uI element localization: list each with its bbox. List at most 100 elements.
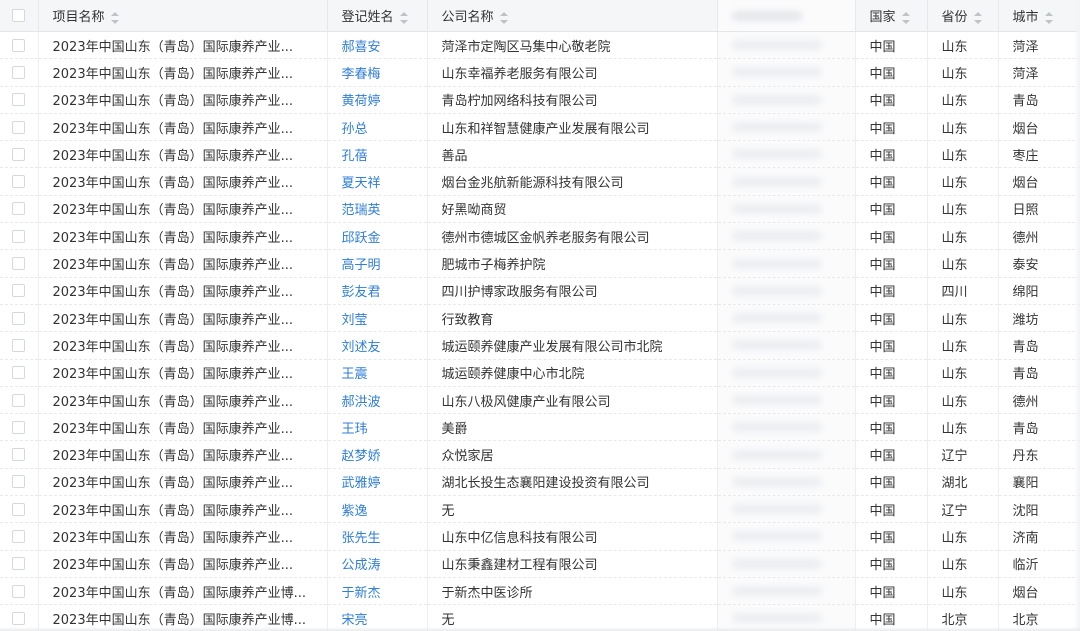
cell-name[interactable]: 赵梦娇 bbox=[327, 440, 428, 469]
cell-company: 众悦家居 bbox=[427, 440, 718, 469]
cell-company: 美爵 bbox=[427, 413, 718, 442]
column-header-province[interactable]: 省份 bbox=[927, 0, 999, 32]
table-row[interactable]: 2023年中国山东（青岛）国际康养产业... 刘述友 城运颐养健康产业发展有限公司市… bbox=[0, 331, 1080, 360]
table-row[interactable]: 2023年中国山东（青岛）国际康养产业... 王玮 美爵 中国 山东 青岛 bbox=[0, 413, 1080, 442]
sort-icon[interactable] bbox=[399, 11, 408, 24]
redacted-placeholder bbox=[731, 94, 822, 105]
table-row[interactable]: 2023年中国山东（青岛）国际康养产业... 紫逸无 中国 辽宁 沈阳 bbox=[0, 495, 1080, 524]
row-checkbox[interactable] bbox=[12, 393, 26, 407]
row-checkbox[interactable] bbox=[12, 38, 26, 52]
cell-name[interactable]: 邱跃金 bbox=[327, 222, 428, 251]
cell-name[interactable]: 高子明 bbox=[327, 249, 428, 278]
cell-name[interactable]: 于新杰 bbox=[327, 577, 428, 606]
cell-name[interactable]: 王震 bbox=[327, 359, 428, 387]
sort-icon[interactable] bbox=[1044, 11, 1053, 24]
column-header-city[interactable]: 城市 bbox=[998, 0, 1080, 32]
cell-redacted bbox=[717, 550, 856, 578]
cell-name[interactable]: 夏天祥 bbox=[327, 167, 428, 196]
table-row[interactable]: 2023年中国山东（青岛）国际康养产业... 邱跃金 德州市德城区金帆养老服务有限公… bbox=[0, 222, 1080, 251]
cell-name[interactable]: 孙总 bbox=[327, 113, 428, 142]
cell-name[interactable]: 王玮 bbox=[327, 413, 428, 442]
table-row[interactable]: 2023年中国山东（青岛）国际康养产业... 夏天祥 烟台金兆航新能源科技有限公司 中… bbox=[0, 167, 1080, 196]
table-row[interactable]: 2023年中国山东（青岛）国际康养产业... 高子明 肥城市子梅养护院 中国 山东 泰安 bbox=[0, 249, 1080, 278]
table-row[interactable]: 2023年中国山东（青岛）国际康养产业... 公成涛 山东秉鑫建材工程有限公司 中国山… bbox=[0, 550, 1080, 578]
row-checkbox[interactable] bbox=[12, 475, 26, 489]
cell-project: 2023年中国山东（青岛）国际康养产业... bbox=[38, 167, 328, 196]
column-header-project[interactable]: 项目名称 bbox=[38, 0, 328, 32]
cell-redacted bbox=[717, 413, 856, 442]
row-checkbox[interactable] bbox=[12, 93, 26, 107]
row-checkbox[interactable] bbox=[12, 584, 26, 598]
table-row[interactable]: 2023年中国山东（青岛）国际康养产业... 范瑞英 好黑呦商贸 中国 山东 日照 bbox=[0, 195, 1080, 224]
row-checkbox[interactable] bbox=[12, 366, 26, 380]
cell-name[interactable]: 范瑞英 bbox=[327, 195, 428, 224]
cell-name[interactable]: 武雅婷 bbox=[327, 468, 428, 497]
sort-icon[interactable] bbox=[499, 11, 508, 24]
row-checkbox[interactable] bbox=[12, 175, 26, 189]
cell-province: 湖北 bbox=[927, 468, 999, 497]
sort-icon[interactable] bbox=[901, 11, 910, 24]
table-row[interactable]: 2023年中国山东（青岛）国际康养产业... 郝洪波 山东八极风健康产业有限公司 中国… bbox=[0, 386, 1080, 415]
cell-country: 中国 bbox=[855, 331, 928, 360]
redacted-placeholder bbox=[731, 613, 822, 624]
cell-name[interactable]: 彭友君 bbox=[327, 277, 428, 305]
row-checkbox[interactable] bbox=[12, 65, 26, 79]
row-checkbox[interactable] bbox=[12, 120, 26, 134]
table-row[interactable]: 2023年中国山东（青岛）国际康养产业... 刘莹 行致教育 中国 山东 潍坊 bbox=[0, 304, 1080, 333]
row-checkbox[interactable] bbox=[12, 557, 26, 571]
row-checkbox[interactable] bbox=[12, 502, 26, 516]
row-checkbox[interactable] bbox=[12, 611, 26, 625]
table-row[interactable]: 2023年中国山东（青岛）国际康养产业... 张先生 山东中亿信息科技有限公司 中国山… bbox=[0, 522, 1080, 551]
cell-company: 行致教育 bbox=[427, 304, 718, 333]
cell-name[interactable]: 刘莹 bbox=[327, 304, 428, 333]
row-select-cell bbox=[0, 577, 39, 606]
cell-company: 善品 bbox=[427, 140, 718, 169]
row-checkbox[interactable] bbox=[12, 257, 26, 271]
row-checkbox[interactable] bbox=[12, 311, 26, 325]
cell-country: 中国 bbox=[855, 468, 928, 497]
cell-country: 中国 bbox=[855, 249, 928, 278]
sort-icon[interactable] bbox=[110, 11, 119, 24]
cell-name[interactable]: 紫逸 bbox=[327, 495, 428, 524]
row-checkbox[interactable] bbox=[12, 420, 26, 434]
cell-province: 四川 bbox=[927, 277, 999, 305]
table-row[interactable]: 2023年中国山东（青岛）国际康养产业博... 于新杰 于新杰中医诊所 中国 山东 烟台 bbox=[0, 577, 1080, 606]
table-row[interactable]: 2023年中国山东（青岛）国际康养产业... 李春梅 山东幸福养老服务有限公司 中国山… bbox=[0, 58, 1080, 87]
cell-name[interactable]: 刘述友 bbox=[327, 331, 428, 360]
cell-redacted bbox=[717, 249, 856, 278]
row-checkbox[interactable] bbox=[12, 147, 26, 161]
row-checkbox[interactable] bbox=[12, 529, 26, 543]
cell-name[interactable]: 孔蓓 bbox=[327, 140, 428, 169]
row-select-cell bbox=[0, 304, 39, 333]
cell-name[interactable]: 公成涛 bbox=[327, 550, 428, 578]
table-row[interactable]: 2023年中国山东（青岛）国际康养产业... 赵梦娇 众悦家居 中国 辽宁 丹东 bbox=[0, 440, 1080, 469]
row-checkbox[interactable] bbox=[12, 284, 26, 298]
column-header-country[interactable]: 国家 bbox=[855, 0, 928, 32]
row-select-cell bbox=[0, 522, 39, 551]
table-row[interactable]: 2023年中国山东（青岛）国际康养产业... 彭友君 四川护博家政服务有限公司 中国四… bbox=[0, 277, 1080, 305]
table-row[interactable]: 2023年中国山东（青岛）国际康养产业... 孔蓓 善品 中国 山东 枣庄 bbox=[0, 140, 1080, 169]
row-checkbox[interactable] bbox=[12, 448, 26, 462]
cell-name[interactable]: 郝洪波 bbox=[327, 386, 428, 415]
row-select-cell bbox=[0, 31, 39, 60]
row-checkbox[interactable] bbox=[12, 202, 26, 216]
cell-name[interactable]: 郝喜安 bbox=[327, 31, 428, 60]
redacted-placeholder bbox=[731, 203, 822, 214]
row-checkbox[interactable] bbox=[12, 338, 26, 352]
cell-name[interactable]: 张先生 bbox=[327, 522, 428, 551]
table-row[interactable]: 2023年中国山东（青岛）国际康养产业... 孙总 山东和祥智慧健康产业发展有限公司… bbox=[0, 113, 1080, 142]
column-header-name[interactable]: 登记姓名 bbox=[327, 0, 428, 32]
cell-province: 辽宁 bbox=[927, 440, 999, 469]
cell-city: 青岛 bbox=[998, 359, 1080, 387]
cell-name[interactable]: 李春梅 bbox=[327, 58, 428, 87]
table-row[interactable]: 2023年中国山东（青岛）国际康养产业... 黄荷婷 青岛柠加网络科技有限公司 中国山… bbox=[0, 86, 1080, 114]
table-row[interactable]: 2023年中国山东（青岛）国际康养产业... 郝喜安 菏泽市定陶区马集中心敬老院 中国… bbox=[0, 31, 1080, 60]
row-checkbox[interactable] bbox=[12, 229, 26, 243]
table-row[interactable]: 2023年中国山东（青岛）国际康养产业... 王震 城运颐养健康中心市北院 中国 山东青… bbox=[0, 359, 1080, 387]
sort-icon[interactable] bbox=[973, 11, 982, 24]
cell-name[interactable]: 黄荷婷 bbox=[327, 86, 428, 114]
table-row[interactable]: 2023年中国山东（青岛）国际康养产业... 武雅婷 湖北长投生态襄阳建设投资有限公… bbox=[0, 468, 1080, 497]
column-header-country-label: 国家 bbox=[869, 10, 896, 25]
select-all-checkbox[interactable] bbox=[12, 9, 26, 22]
column-header-company[interactable]: 公司名称 bbox=[427, 0, 718, 32]
